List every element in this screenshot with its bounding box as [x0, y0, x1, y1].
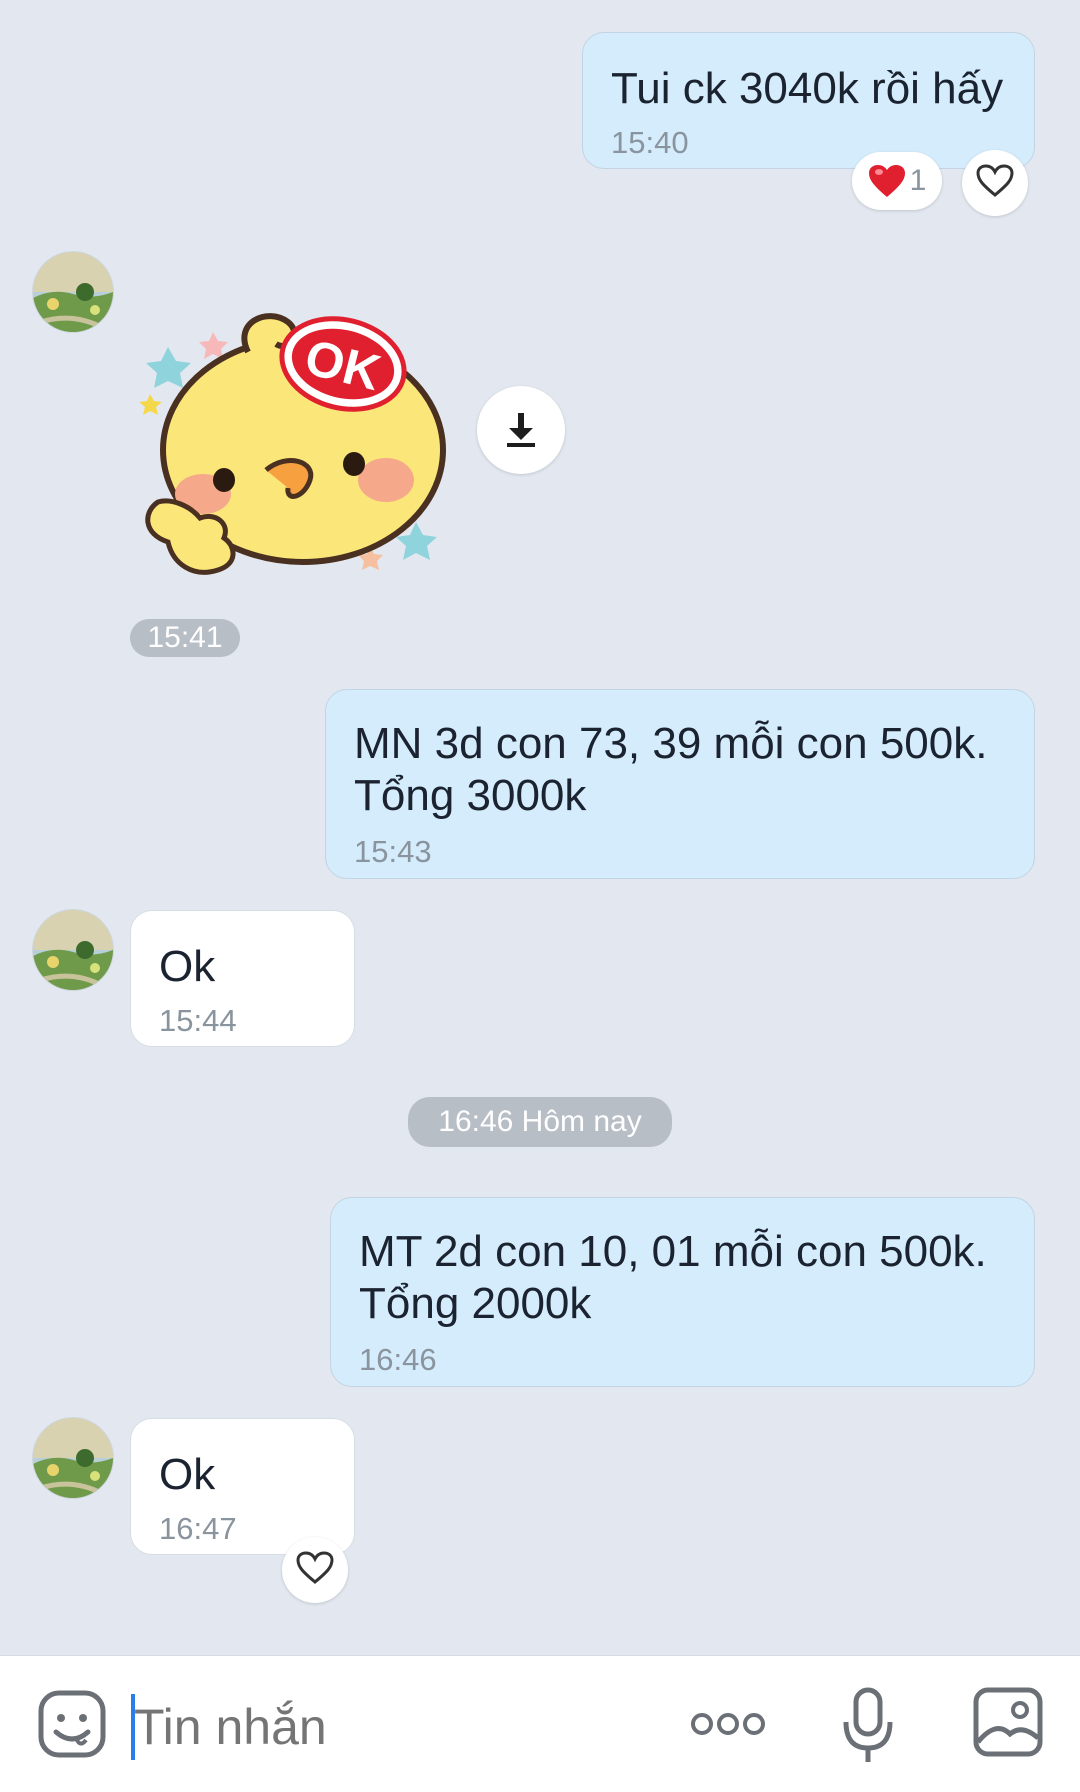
message-time: 15:44 [159, 1003, 237, 1038]
image-button[interactable] [972, 1686, 1044, 1758]
microphone-button[interactable] [840, 1686, 896, 1766]
avatar[interactable] [33, 910, 113, 990]
message-text: Ok [159, 942, 216, 991]
download-sticker-button[interactable] [477, 386, 565, 474]
image-icon [973, 1687, 1043, 1757]
message-text: Tui ck 3040k rồi hấy [611, 64, 1004, 113]
more-button[interactable] [690, 1706, 766, 1742]
reaction-count: 1 [909, 164, 927, 197]
date-divider: 16:46 Hôm nay [408, 1097, 672, 1147]
react-button[interactable] [282, 1537, 348, 1603]
message-time: 16:46 [359, 1342, 437, 1377]
message-text: Ok [159, 1450, 216, 1499]
sticker-time: 15:41 [130, 619, 240, 657]
react-button[interactable] [962, 150, 1028, 216]
message-bubble-sent[interactable]: MT 2d con 10, 01 mỗi con 500k. Tổng 2000… [330, 1197, 1035, 1387]
download-icon [501, 408, 541, 453]
sticker[interactable]: OK [138, 302, 468, 592]
heart-filled-icon [868, 164, 906, 198]
heart-outline-icon [296, 1550, 334, 1590]
emoji-button[interactable] [36, 1688, 108, 1760]
emoji-icon [38, 1690, 106, 1758]
avatar[interactable] [33, 1418, 113, 1498]
message-time: 15:43 [354, 834, 432, 869]
message-input[interactable] [132, 1686, 616, 1768]
microphone-icon [843, 1687, 893, 1762]
avatar[interactable] [33, 252, 113, 332]
more-icon [691, 1713, 765, 1735]
message-bubble-received[interactable]: Ok 16:47 [130, 1418, 355, 1555]
message-text: MT 2d con 10, 01 mỗi con 500k. Tổng 2000… [359, 1227, 987, 1328]
heart-outline-icon [976, 163, 1014, 203]
message-time: 16:47 [159, 1511, 237, 1546]
message-bubble-sent[interactable]: Tui ck 3040k rồi hấy 15:40 [582, 32, 1035, 169]
message-bubble-received[interactable]: Ok 15:44 [130, 910, 355, 1047]
reaction-summary[interactable]: 1 [852, 152, 942, 210]
message-time: 15:40 [611, 125, 689, 160]
message-bubble-sent[interactable]: MN 3d con 73, 39 mỗi con 500k. Tổng 3000… [325, 689, 1035, 879]
message-text: MN 3d con 73, 39 mỗi con 500k. Tổng 3000… [354, 719, 988, 820]
message-input-bar [0, 1655, 1080, 1792]
